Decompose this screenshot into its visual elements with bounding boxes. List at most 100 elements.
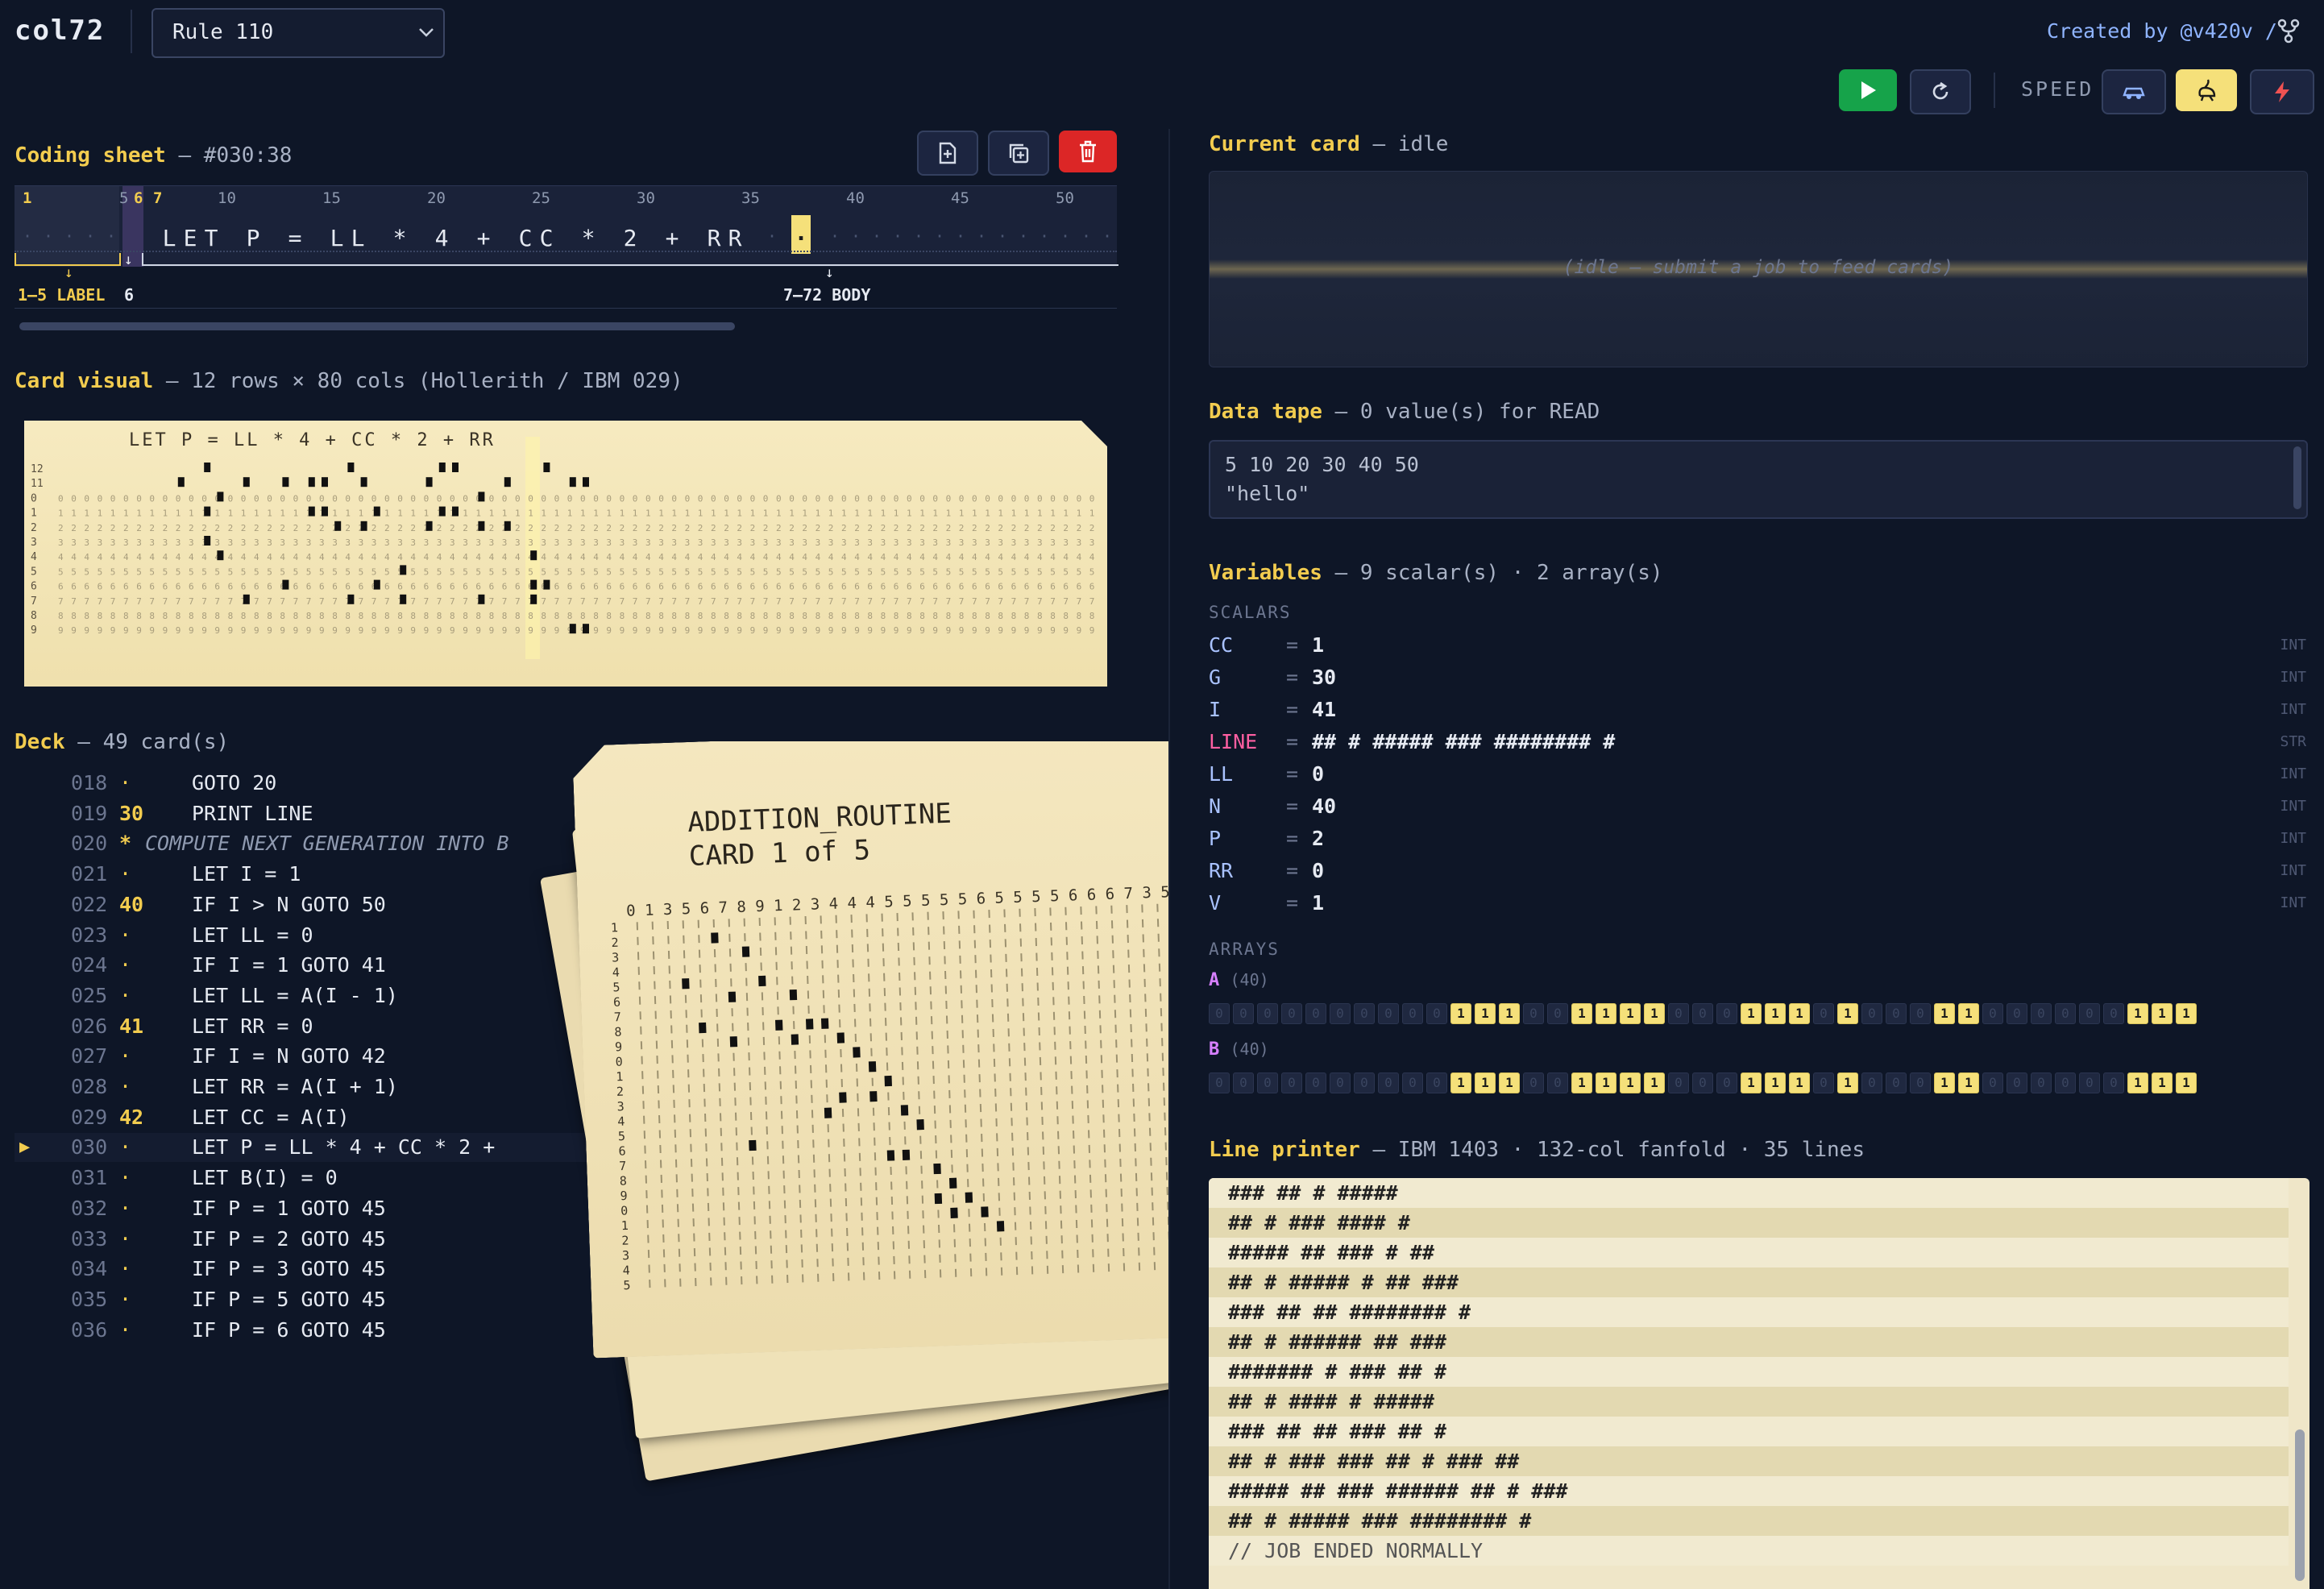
- pile-grid-tick: [824, 1050, 826, 1058]
- pile-grid-tick: [988, 910, 990, 918]
- duplicate-card-button[interactable]: [988, 131, 1049, 176]
- card-print-digit: 5: [932, 566, 938, 577]
- scalar-row: LINE = ## # ##### ### ######## # STR: [1209, 727, 2306, 757]
- pile-grid-tick: [951, 1150, 952, 1158]
- pile-grid-tick: [919, 1106, 920, 1114]
- card-print-digit: 6: [176, 582, 181, 592]
- pile-grid-tick: [1044, 1191, 1046, 1199]
- card-print-digit: 5: [711, 566, 716, 577]
- array-cell: 0: [1354, 1072, 1375, 1093]
- card-print-digit: 1: [189, 508, 194, 519]
- card-print-digit: 0: [541, 493, 546, 504]
- github-fork-icon[interactable]: [2276, 18, 2301, 44]
- pile-grid-tick: [935, 1135, 936, 1143]
- speed-slow-button[interactable]: [2102, 69, 2166, 114]
- pile-grid-tick: [688, 1099, 690, 1107]
- pile-grid-tick: [969, 1238, 971, 1247]
- printer-scrollbar[interactable]: [2295, 1429, 2305, 1581]
- deck-line-label: 30: [119, 801, 144, 825]
- pile-grid-tick: [965, 1119, 966, 1127]
- array-cell: 1: [1596, 1072, 1616, 1093]
- pile-grid-tick: [657, 1071, 658, 1079]
- pile-grid-tick: [844, 1153, 845, 1161]
- card-print-digit: 6: [1089, 582, 1095, 592]
- scalar-name: LINE: [1209, 730, 1258, 753]
- pile-grid-tick: [1133, 1098, 1135, 1106]
- pile-grid-tick: [951, 1164, 952, 1172]
- card-print-digit: 5: [776, 566, 782, 577]
- pile-grid-tick: [647, 1220, 649, 1228]
- pile-grid-tick: [1037, 998, 1039, 1006]
- pile-row-label: 5: [623, 1278, 631, 1292]
- pile-grid-tick: [649, 1280, 650, 1288]
- pile-grid-tick: [911, 912, 913, 920]
- card-print-digit: 3: [214, 537, 220, 548]
- pile-grid-tick: [811, 1110, 813, 1118]
- run-button[interactable]: [1839, 69, 1897, 111]
- pile-grid-tick: [1129, 980, 1131, 988]
- program-select[interactable]: Rule 110: [151, 8, 445, 58]
- scalar-value: 2: [1312, 827, 1325, 850]
- credit-link[interactable]: Created by @v420v /: [2047, 19, 2277, 43]
- pile-grid-tick: [1066, 937, 1068, 945]
- card-print-digit: 1: [214, 508, 220, 519]
- array-cell: 0: [1233, 1072, 1254, 1093]
- speed-medium-button[interactable]: [2176, 69, 2237, 111]
- pile-grid-tick: [795, 1096, 797, 1104]
- card-print-digit: 3: [58, 537, 64, 548]
- card-print-digit: 4: [450, 552, 455, 562]
- card-print-digit: 7: [1063, 596, 1069, 607]
- card-print-digit: 2: [306, 523, 312, 533]
- card-print-digit: 4: [737, 552, 742, 562]
- pile-grid-tick: [1015, 1237, 1017, 1245]
- pile-grid-tick: [1091, 1219, 1093, 1227]
- pile-grid-tick: [936, 1180, 938, 1188]
- pile-grid-tick: [1158, 934, 1160, 942]
- pile-grid-tick: [828, 1124, 829, 1132]
- pile-grid-tick: [799, 1184, 800, 1193]
- printer-paper[interactable]: ### ## # ##### ## # ### #### # ##### ## ##…: [1209, 1178, 2309, 1589]
- card-print-digit: 8: [228, 611, 234, 621]
- pile-grid-tick: [799, 1214, 801, 1222]
- data-tape-input[interactable]: 5 10 20 30 40 50 "hello": [1209, 440, 2308, 519]
- pile-grid-tick: [862, 1257, 864, 1265]
- pile-grid-tick: [753, 1186, 754, 1194]
- card-punch-hole: [308, 477, 315, 487]
- card-print-digit: 0: [789, 493, 795, 504]
- speed-fast-button[interactable]: [2250, 69, 2314, 114]
- card-print-digit: 8: [867, 611, 873, 621]
- new-card-button[interactable]: [917, 131, 978, 176]
- pile-grid-tick: [981, 1134, 982, 1142]
- card-print-digit: 7: [776, 596, 782, 607]
- horizontal-scrollbar[interactable]: [19, 322, 735, 330]
- pile-grid-tick: [840, 1049, 841, 1057]
- card-print-digit: 3: [98, 537, 103, 548]
- pile-grid-tick: [1093, 1264, 1094, 1272]
- array-cell: 0: [1209, 1003, 1230, 1024]
- deck-line-number: 034: [71, 1257, 108, 1281]
- pile-grid-tick: [679, 1263, 680, 1272]
- deck-line-number: 024: [71, 953, 108, 977]
- card-print-digit: 1: [1063, 508, 1069, 519]
- card-print-digit: 6: [1063, 582, 1069, 592]
- pile-grid-tick: [740, 1262, 741, 1270]
- card-punch-hole: [478, 594, 485, 604]
- pile-grid-tick: [1102, 1085, 1103, 1093]
- card-print-digit: 6: [1077, 582, 1082, 592]
- card-print-digit: 8: [1024, 611, 1030, 621]
- card-print-digit: 4: [149, 552, 155, 562]
- pile-punch-hole: [901, 1105, 908, 1115]
- pile-grid-tick: [990, 969, 992, 977]
- pile-grid-tick: [1160, 1023, 1162, 1031]
- pile-grid-tick: [1082, 966, 1084, 974]
- pile-grid-tick: [1055, 1056, 1056, 1064]
- reset-button[interactable]: [1910, 69, 1971, 114]
- body-slot: ·: [851, 226, 861, 246]
- card-print-digit: 7: [228, 596, 234, 607]
- delete-card-button[interactable]: [1059, 131, 1117, 172]
- data-tape-scrollbar[interactable]: [2293, 446, 2301, 509]
- card-print-digit: 3: [593, 537, 599, 548]
- card-print-digit: 3: [176, 537, 181, 548]
- pile-grid-tick: [915, 987, 916, 995]
- card-print-digit: 2: [645, 523, 651, 533]
